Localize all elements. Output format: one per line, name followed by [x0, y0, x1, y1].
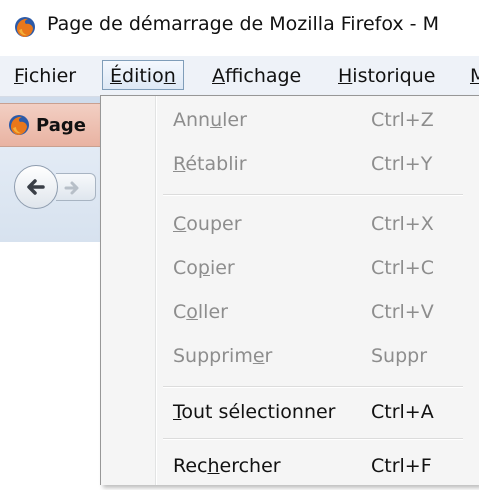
menu-item-label: Coller [173, 301, 228, 323]
menu-item-coller[interactable]: Coller Ctrl+V [101, 292, 479, 336]
menu-edition-accesskey: É [110, 65, 123, 87]
menu-affichage[interactable]: Affichage [212, 62, 301, 90]
menu-separator [163, 194, 463, 195]
menu-item-label: Couper [173, 213, 242, 235]
menu-item-label: Tout sélectionner [173, 401, 336, 423]
edit-menu-popup: Annuler Ctrl+Z Rétablir Ctrl+Y Couper Ct… [100, 95, 479, 485]
menu-item-label: Supprimer [173, 345, 273, 367]
menu-edition-label: ditio [122, 65, 164, 87]
menu-edition[interactable]: Édition [102, 60, 184, 90]
menu-item-couper[interactable]: Couper Ctrl+X [101, 204, 479, 248]
menu-historique-label: istorique [352, 65, 436, 87]
menu-historique-accesskey: H [338, 65, 353, 87]
menu-item-label: Copier [173, 257, 235, 279]
forward-button[interactable] [56, 173, 96, 201]
menu-item-shortcut: Suppr [371, 345, 428, 367]
menu-item-shortcut: Ctrl+C [371, 257, 434, 279]
back-arrow-icon [27, 179, 45, 195]
menu-item-annuler[interactable]: Annuler Ctrl+Z [101, 100, 479, 144]
menu-item-shortcut: Ctrl+Z [371, 109, 434, 131]
menu-affichage-label: ffichage [225, 65, 302, 87]
menu-separator [163, 438, 463, 439]
menu-item-shortcut: Ctrl+F [371, 455, 432, 477]
menu-item-label: Rechercher [173, 455, 281, 477]
window-title: Page de démarrage de Mozilla Firefox - M [47, 13, 439, 35]
menu-edition-label-end: n [163, 65, 176, 87]
menu-historique[interactable]: Historique [338, 62, 435, 90]
firefox-logo-icon [9, 115, 29, 135]
forward-arrow-icon [64, 181, 79, 195]
menu-item-tout-selectionner[interactable]: Tout sélectionner Ctrl+A [101, 392, 479, 436]
menu-affichage-accesskey: A [212, 65, 225, 87]
menu-item-label: Annuler [173, 109, 247, 131]
menu-fichier-accesskey: F [14, 65, 24, 87]
menu-bar: Fichier Édition Affichage Historique M [0, 56, 479, 97]
menu-item-shortcut: Ctrl+A [371, 401, 434, 423]
menu-separator [163, 386, 463, 387]
window-titlebar: Page de démarrage de Mozilla Firefox - M [0, 0, 479, 56]
menu-marque-pages-accesskey: M [470, 65, 479, 87]
menu-item-label: Rétablir [173, 153, 247, 175]
menu-item-copier[interactable]: Copier Ctrl+C [101, 248, 479, 292]
menu-fichier[interactable]: Fichier [14, 62, 76, 90]
back-button[interactable] [14, 165, 58, 209]
menu-marque-pages[interactable]: M [470, 62, 479, 90]
menu-item-rechercher[interactable]: Rechercher Ctrl+F [101, 446, 479, 490]
menu-item-supprimer[interactable]: Supprimer Suppr [101, 336, 479, 380]
menu-item-retablir[interactable]: Rétablir Ctrl+Y [101, 144, 479, 188]
menu-item-shortcut: Ctrl+X [371, 213, 434, 235]
menu-item-shortcut: Ctrl+Y [371, 153, 433, 175]
menu-fichier-label: ichier [23, 65, 77, 87]
menu-item-shortcut: Ctrl+V [371, 301, 434, 323]
firefox-logo-icon [15, 17, 35, 37]
tab-label: Page [36, 115, 86, 136]
